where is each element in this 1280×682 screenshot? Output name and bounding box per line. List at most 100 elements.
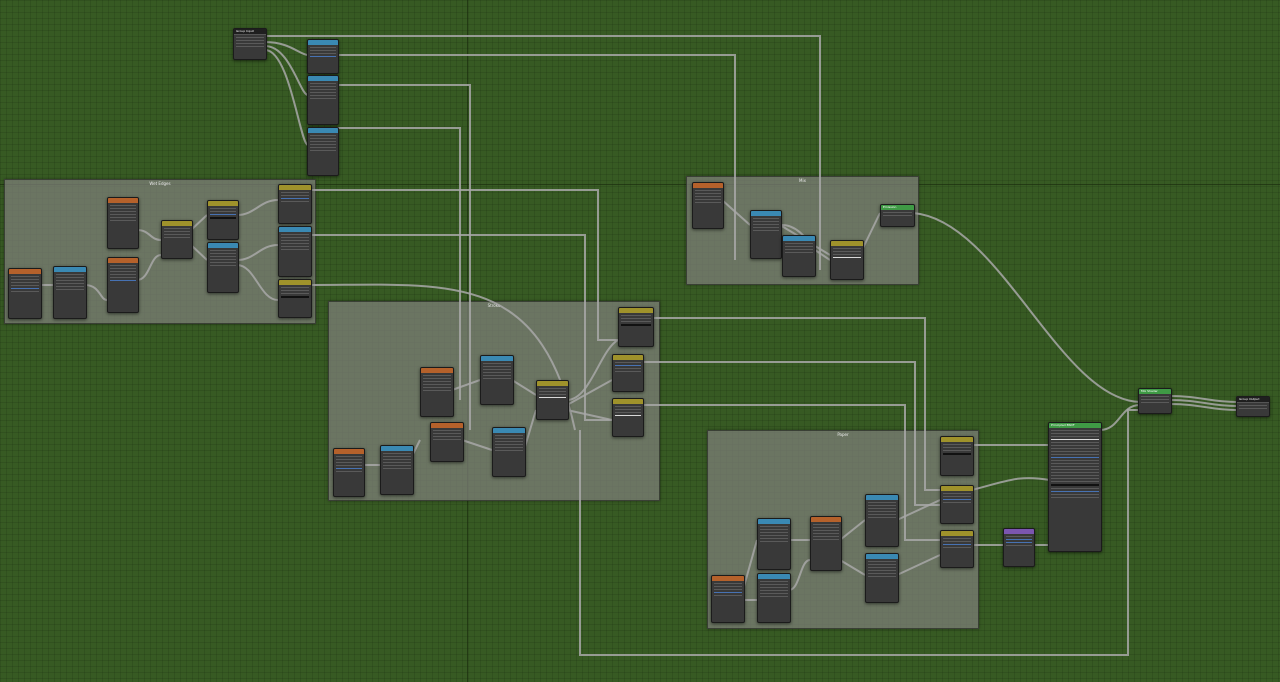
socket-row xyxy=(868,573,896,574)
mapping-node[interactable] xyxy=(750,210,782,259)
socket-row xyxy=(483,378,511,379)
socket-row xyxy=(760,584,788,585)
texture-node[interactable] xyxy=(8,268,42,319)
socket-row xyxy=(110,217,136,218)
socket-row xyxy=(383,459,411,460)
texture-node[interactable] xyxy=(711,575,745,623)
value-slider[interactable] xyxy=(281,198,309,199)
mapping-node[interactable] xyxy=(307,127,339,176)
node-header xyxy=(108,258,138,263)
math-node[interactable] xyxy=(940,530,974,568)
math-node[interactable] xyxy=(612,354,644,392)
math-node[interactable] xyxy=(940,436,974,476)
value-slider[interactable] xyxy=(714,592,742,593)
texture-node[interactable] xyxy=(692,182,724,229)
socket-row xyxy=(695,199,721,200)
socket-row xyxy=(236,43,264,44)
value-slider[interactable] xyxy=(310,56,336,57)
color-swatch[interactable] xyxy=(833,257,861,258)
math-node[interactable] xyxy=(161,220,193,259)
math-node[interactable] xyxy=(618,307,654,347)
alpha-slider[interactable] xyxy=(1051,491,1099,492)
socket-row xyxy=(883,212,912,213)
socket-row xyxy=(1239,405,1267,406)
mapping-node[interactable] xyxy=(492,427,526,477)
node-editor-canvas[interactable]: Wet Edges Stroke Paper Mix Group Input E… xyxy=(0,0,1280,682)
emission-color-swatch[interactable] xyxy=(1051,484,1099,486)
socket-row xyxy=(110,271,136,272)
value-slider[interactable] xyxy=(110,280,136,281)
math-node[interactable] xyxy=(830,240,864,280)
value-slider[interactable] xyxy=(336,468,362,469)
mapping-node[interactable] xyxy=(53,266,87,319)
socket-row xyxy=(56,286,84,287)
value-slider[interactable] xyxy=(1006,539,1032,540)
socket-row xyxy=(1141,396,1169,397)
math-node[interactable] xyxy=(940,485,974,524)
value-slider[interactable] xyxy=(943,544,971,545)
socket-row xyxy=(615,412,641,413)
mapping-node[interactable] xyxy=(380,445,414,495)
mapping-node[interactable] xyxy=(865,494,899,547)
mapping-node[interactable] xyxy=(757,573,791,623)
principled-bsdf-node[interactable]: Principled BSDF xyxy=(1048,422,1102,552)
math-node[interactable] xyxy=(612,398,644,437)
math-node[interactable] xyxy=(536,380,569,420)
node-header xyxy=(613,355,643,360)
node-header: Group Input xyxy=(234,29,266,35)
mapping-node[interactable] xyxy=(782,235,816,277)
texture-node[interactable] xyxy=(107,197,139,249)
texture-node[interactable] xyxy=(430,422,464,462)
socket-row xyxy=(495,450,523,451)
mapping-node[interactable] xyxy=(307,75,339,125)
color-swatch[interactable] xyxy=(621,324,651,326)
color-swatch[interactable] xyxy=(539,397,566,398)
socket-row xyxy=(883,215,912,216)
socket-row xyxy=(495,447,523,448)
node-header xyxy=(308,40,338,45)
texture-node[interactable] xyxy=(810,516,842,571)
mapping-node[interactable] xyxy=(757,518,791,570)
value-slider[interactable] xyxy=(1006,542,1032,543)
mix-shader-node[interactable]: Mix Shader xyxy=(1138,388,1172,414)
socket-row xyxy=(943,447,971,448)
socket-row xyxy=(236,37,264,38)
math-node[interactable] xyxy=(278,279,312,318)
socket-row xyxy=(310,47,336,48)
color-swatch[interactable] xyxy=(210,217,236,219)
socket-row xyxy=(495,441,523,442)
texture-node[interactable] xyxy=(107,257,139,313)
mapping-node[interactable] xyxy=(480,355,514,405)
value-slider[interactable] xyxy=(1051,457,1099,458)
color-swatch[interactable] xyxy=(943,453,971,455)
texture-node[interactable] xyxy=(333,448,365,497)
color-swatch[interactable] xyxy=(615,415,641,416)
socket-row xyxy=(433,436,461,437)
group-node[interactable] xyxy=(1003,528,1035,567)
emission-node[interactable]: Emission xyxy=(880,204,915,227)
node-header xyxy=(279,227,311,232)
value-slider[interactable] xyxy=(615,365,641,366)
socket-row xyxy=(210,253,236,254)
math-node[interactable] xyxy=(207,200,239,240)
socket-row xyxy=(210,211,236,212)
node-header xyxy=(421,368,453,373)
socket-row xyxy=(56,280,84,281)
mapping-node[interactable] xyxy=(865,553,899,603)
value-slider[interactable] xyxy=(11,288,39,289)
math-node[interactable] xyxy=(278,184,312,224)
texture-node[interactable] xyxy=(420,367,454,417)
group-input-node[interactable]: Group Input xyxy=(233,28,267,60)
base-color-swatch[interactable] xyxy=(1051,439,1099,440)
value-slider[interactable] xyxy=(943,499,971,500)
socket-row xyxy=(753,224,779,225)
socket-row xyxy=(383,456,411,457)
socket-row xyxy=(281,290,309,291)
mapping-node[interactable] xyxy=(307,39,339,74)
group-output-node[interactable]: Group Output xyxy=(1236,396,1270,417)
mapping-node[interactable] xyxy=(207,242,239,293)
value-slider[interactable] xyxy=(210,214,236,215)
socket-row xyxy=(1006,545,1032,546)
mapping-node[interactable] xyxy=(278,226,312,277)
color-swatch[interactable] xyxy=(281,296,309,298)
